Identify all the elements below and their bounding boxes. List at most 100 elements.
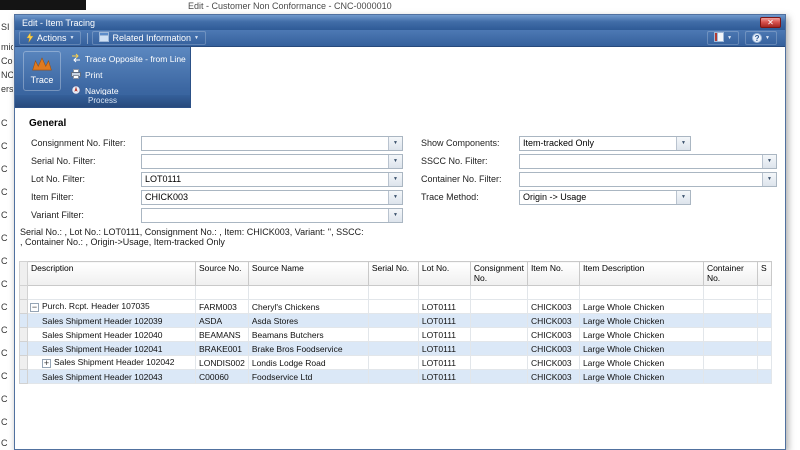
row-selector-gutter[interactable]: [20, 328, 28, 342]
row-selector-gutter[interactable]: [20, 370, 28, 384]
collapse-toggle-icon[interactable]: −: [30, 303, 39, 312]
cell-serial-no: [368, 328, 418, 342]
parent-window-title: Edit - Customer Non Conformance - CNC-00…: [188, 1, 392, 11]
column-header-item-description[interactable]: Item Description: [579, 262, 703, 286]
column-header-lot-no-[interactable]: Lot No.: [418, 262, 470, 286]
chevron-down-icon[interactable]: ▼: [388, 137, 402, 150]
trace-summary: Serial No.: , Lot No.: LOT0111, Consignm…: [20, 227, 365, 247]
cell-serial-no: [368, 342, 418, 356]
variant-filter-combo[interactable]: ▼: [141, 208, 403, 223]
cell-description: Sales Shipment Header 102039: [28, 314, 196, 328]
table-row[interactable]: Sales Shipment Header 102039ASDAAsda Sto…: [20, 314, 772, 328]
row-selector-gutter[interactable]: [20, 300, 28, 314]
column-header-source-name[interactable]: Source Name: [248, 262, 368, 286]
cell-container-no: [703, 314, 757, 328]
item-filter-value: CHICK003: [142, 191, 388, 204]
help-icon: ?: [752, 33, 762, 43]
row-selector-gutter[interactable]: [20, 314, 28, 328]
table-row[interactable]: Sales Shipment Header 102041BRAKE001Brak…: [20, 342, 772, 356]
chevron-down-icon: ▼: [727, 35, 732, 41]
cell-extra: [757, 356, 771, 370]
close-button[interactable]: ✕: [760, 17, 781, 28]
column-header-serial-no-[interactable]: Serial No.: [368, 262, 418, 286]
chevron-down-icon[interactable]: ▼: [676, 137, 690, 150]
cell-extra: [757, 314, 771, 328]
chevron-down-icon[interactable]: ▼: [762, 173, 776, 186]
chevron-down-icon[interactable]: ▼: [388, 155, 402, 168]
cell-source-name: Cheryl's Chickens: [248, 300, 368, 314]
title-bar[interactable]: Edit - Item Tracing ✕: [15, 15, 785, 30]
cell-source-no: BRAKE001: [196, 342, 249, 356]
column-header-description[interactable]: Description: [28, 262, 196, 286]
print-icon: [71, 69, 81, 81]
cell-description: +Sales Shipment Header 102042: [28, 356, 196, 370]
cell-description: [28, 286, 196, 300]
table-row[interactable]: [20, 286, 772, 300]
column-header-item-no-[interactable]: Item No.: [527, 262, 579, 286]
row-selector-gutter[interactable]: [20, 356, 28, 370]
cell-item-description: Large Whole Chicken: [579, 356, 703, 370]
cell-source-no: C00060: [196, 370, 249, 384]
table-row[interactable]: +Sales Shipment Header 102042LONDIS002Lo…: [20, 356, 772, 370]
show-components-label: Show Components:: [421, 136, 517, 151]
trace-opposite-button[interactable]: Trace Opposite - from Line: [71, 53, 186, 65]
consignment-no-filter-combo[interactable]: ▼: [141, 136, 403, 151]
section-general[interactable]: General: [29, 118, 66, 129]
trace-method-combo[interactable]: Origin -> Usage▼: [519, 190, 691, 205]
variant-filter-value: [142, 209, 388, 222]
cell-extra: [757, 328, 771, 342]
column-header-consignment-no-[interactable]: Consignment No.: [470, 262, 527, 286]
column-header-container-no-[interactable]: Container No.: [703, 262, 757, 286]
expand-toggle-icon[interactable]: +: [42, 359, 51, 368]
chevron-down-icon[interactable]: ▼: [388, 173, 402, 186]
sscc-no-filter-combo[interactable]: ▼: [519, 154, 777, 169]
serial-no-filter-value: [142, 155, 388, 168]
item-tracing-window: Edit - Item Tracing ✕ Actions ▼ Related …: [14, 14, 786, 450]
cell-description: −Purch. Rcpt. Header 107035: [28, 300, 196, 314]
row-selector-gutter[interactable]: [20, 286, 28, 300]
chevron-down-icon: ▼: [70, 35, 75, 41]
cell-lot-no: LOT0111: [418, 342, 470, 356]
column-header-s[interactable]: S: [757, 262, 771, 286]
cell-description: Sales Shipment Header 102041: [28, 342, 196, 356]
cell-extra: [757, 370, 771, 384]
chevron-down-icon[interactable]: ▼: [762, 155, 776, 168]
background-text-fragment: C: [1, 394, 8, 404]
background-text-fragment: NCs: [1, 70, 13, 80]
print-label: Print: [85, 70, 102, 80]
cell-lot-no: LOT0111: [418, 356, 470, 370]
cell-item-description: Large Whole Chicken: [579, 300, 703, 314]
view-options-menu[interactable]: ▼: [707, 31, 739, 45]
chevron-down-icon[interactable]: ▼: [388, 209, 402, 222]
show-components-combo[interactable]: Item-tracked Only▼: [519, 136, 691, 151]
show-components-value: Item-tracked Only: [520, 137, 676, 150]
cell-lot-no: LOT0111: [418, 314, 470, 328]
row-selector-gutter[interactable]: [20, 342, 28, 356]
container-no-filter-value: [520, 173, 762, 186]
table-row[interactable]: Sales Shipment Header 102040BEAMANSBeama…: [20, 328, 772, 342]
chevron-down-icon[interactable]: ▼: [676, 191, 690, 204]
actions-menu[interactable]: Actions ▼: [19, 31, 81, 45]
chevron-down-icon[interactable]: ▼: [388, 191, 402, 204]
trace-opposite-label: Trace Opposite - from Line: [85, 54, 186, 64]
cell-serial-no: [368, 286, 418, 300]
menubar-right-tools: ▼ ? ▼: [707, 31, 781, 45]
serial-no-filter-combo[interactable]: ▼: [141, 154, 403, 169]
print-button[interactable]: Print: [71, 69, 186, 81]
lot-no-filter-combo[interactable]: LOT0111▼: [141, 172, 403, 187]
cell-lot-no: [418, 286, 470, 300]
trace-button[interactable]: Trace: [23, 51, 61, 91]
table-row[interactable]: Sales Shipment Header 102043C00060Foodse…: [20, 370, 772, 384]
cell-source-no: ASDA: [196, 314, 249, 328]
item-filter-combo[interactable]: CHICK003▼: [141, 190, 403, 205]
cell-container-no: [703, 356, 757, 370]
column-header-source-no-[interactable]: Source No.: [196, 262, 249, 286]
table-row[interactable]: −Purch. Rcpt. Header 107035FARM003Cheryl…: [20, 300, 772, 314]
related-information-menu[interactable]: Related Information ▼: [92, 31, 206, 45]
container-no-filter-combo[interactable]: ▼: [519, 172, 777, 187]
background-text-fragment: C: [1, 141, 8, 151]
consignment-no-filter-label: Consignment No. Filter:: [31, 136, 139, 151]
help-menu[interactable]: ? ▼: [745, 31, 777, 45]
cell-item-no: [527, 286, 579, 300]
consignment-no-filter-value: [142, 137, 388, 150]
